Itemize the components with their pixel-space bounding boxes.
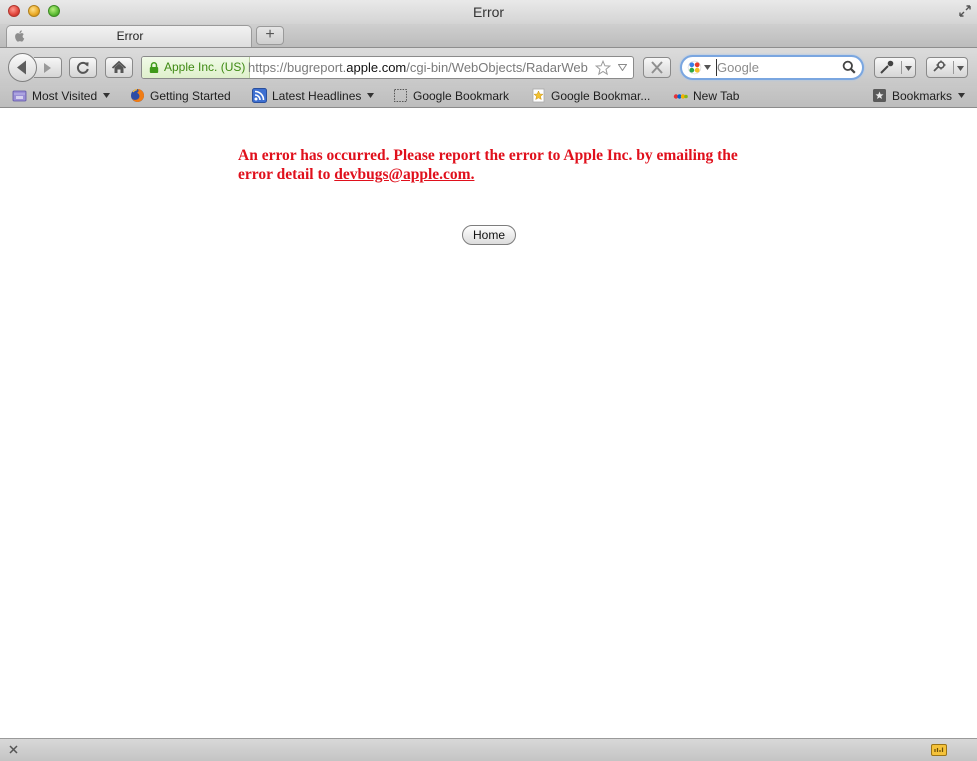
stop-x-icon	[651, 61, 663, 74]
addon-bar-icon[interactable]	[931, 744, 947, 756]
back-button[interactable]	[8, 53, 37, 82]
window-title: Error	[472, 4, 505, 20]
navigation-toolbar: Apple Inc. (US) https://bugreport.apple.…	[0, 48, 977, 86]
bookmark-star-icon[interactable]	[595, 60, 611, 76]
bookmark-label: Most Visited	[32, 89, 98, 103]
url-history-dropdown-icon[interactable]	[618, 64, 627, 71]
chevron-down-icon	[103, 93, 111, 98]
lock-icon	[149, 62, 159, 73]
chevron-down-icon	[367, 93, 375, 98]
bookmark-label: Getting Started	[150, 89, 231, 103]
site-identity-label: Apple Inc. (US)	[164, 60, 246, 74]
reload-icon	[76, 61, 89, 74]
button-separator	[901, 61, 902, 74]
chevron-down-icon	[958, 93, 966, 98]
home-button[interactable]: Home	[462, 225, 516, 245]
url-prefix: https://bugreport.	[248, 60, 347, 75]
star-page-icon	[532, 88, 545, 103]
chevron-down-icon[interactable]	[957, 66, 964, 71]
url-text[interactable]: https://bugreport.apple.com/cgi-bin/WebO…	[248, 57, 589, 78]
tab-label: Error	[116, 29, 144, 43]
puzzle-gear-icon	[933, 60, 946, 72]
url-host: apple.com	[346, 60, 407, 75]
ebay-icon	[673, 94, 688, 99]
tab-error[interactable]: Error	[6, 25, 252, 47]
bookmark-getting-started[interactable]: Getting Started	[130, 88, 231, 105]
site-identity-button[interactable]: Apple Inc. (US)	[142, 57, 251, 78]
bookmarks-toolbar: Most Visited Getting Started Latest Head…	[0, 86, 977, 108]
bookmark-latest-headlines[interactable]: Latest Headlines	[252, 88, 375, 105]
stop-button[interactable]	[643, 57, 671, 78]
error-email-link[interactable]: devbugs@apple.com.	[334, 166, 474, 183]
reload-button[interactable]	[69, 57, 97, 78]
addon-toolbar-button[interactable]	[926, 57, 968, 78]
back-arrow-icon	[17, 60, 26, 75]
search-bar[interactable]	[680, 55, 864, 80]
forward-button[interactable]	[34, 57, 62, 78]
home-toolbar-button[interactable]	[105, 57, 133, 78]
url-bar[interactable]: Apple Inc. (US) https://bugreport.apple.…	[141, 56, 634, 79]
bookmark-google-bookmark-2[interactable]: Google Bookmar...	[531, 88, 650, 105]
bookmarks-menu-button[interactable]: Bookmarks	[872, 88, 966, 105]
bookmark-label: Google Bookmark	[413, 89, 510, 103]
title-bar: Error	[0, 0, 977, 24]
google-engine-icon[interactable]	[687, 60, 702, 75]
tab-strip: Error +	[0, 24, 977, 48]
eyedropper-button[interactable]	[874, 57, 916, 78]
bookmarks-menu-icon	[873, 89, 886, 102]
folder-icon	[12, 90, 27, 102]
bookmark-google-bookmark[interactable]: Google Bookmark	[393, 88, 509, 105]
bookmarks-menu-label: Bookmarks	[892, 89, 953, 103]
search-icon[interactable]	[842, 60, 856, 74]
error-text: An error has occurred. Please report the…	[238, 147, 738, 183]
bookmark-most-visited[interactable]: Most Visited	[12, 88, 111, 105]
addon-status-bar	[0, 738, 977, 761]
fullscreen-icon[interactable]	[959, 5, 971, 17]
bookmark-label: Latest Headlines	[272, 89, 362, 103]
new-tab-button[interactable]: +	[256, 26, 284, 45]
bookmark-new-tab[interactable]: New Tab	[673, 88, 739, 105]
home-icon	[111, 60, 127, 73]
url-suffix: /cgi-bin/WebObjects/RadarWeb.woa	[406, 60, 589, 75]
bookmark-label: New Tab	[693, 89, 740, 103]
close-icon[interactable]	[9, 745, 18, 754]
bookmark-label: Google Bookmar...	[551, 89, 651, 103]
forward-arrow-icon	[44, 63, 51, 73]
page-content: An error has occurred. Please report the…	[0, 108, 977, 738]
eyedropper-icon	[880, 60, 894, 74]
error-message: An error has occurred. Please report the…	[238, 146, 758, 184]
button-separator	[953, 61, 954, 74]
search-input[interactable]	[716, 59, 835, 76]
rss-icon	[252, 88, 267, 103]
firefox-icon	[131, 88, 145, 102]
engine-dropdown-icon[interactable]	[704, 65, 711, 70]
dotted-page-icon	[394, 89, 407, 102]
chevron-down-icon[interactable]	[905, 66, 912, 71]
